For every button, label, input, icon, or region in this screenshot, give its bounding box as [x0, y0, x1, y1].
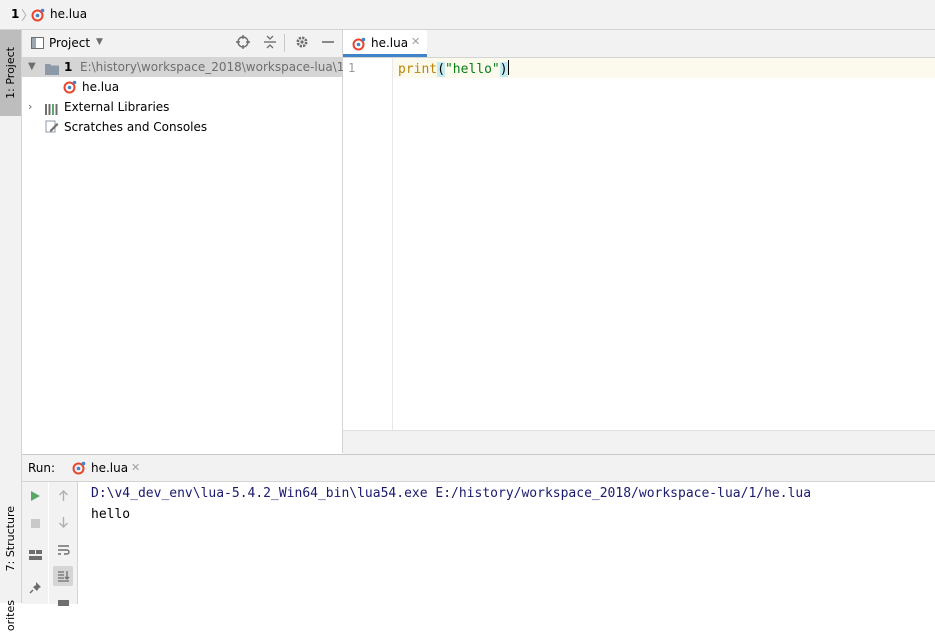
- tab-he-lua[interactable]: he.lua ✕: [343, 30, 427, 57]
- tree-item-file[interactable]: he.lua: [22, 77, 342, 97]
- stop-button[interactable]: [25, 513, 45, 533]
- rerun-button[interactable]: [25, 486, 45, 506]
- run-toolbar-primary: [22, 482, 48, 604]
- tree-item-scratches[interactable]: Scratches and Consoles: [22, 117, 342, 137]
- editor-area: he.lua ✕ 1 print("hello"): [343, 30, 935, 454]
- tree-item-label: he.lua: [82, 80, 120, 94]
- editor-bottom-bar: [343, 430, 935, 454]
- stop-icon: [30, 518, 40, 528]
- layout-button[interactable]: [25, 545, 45, 565]
- project-tool-window: Project ▼ ▼ 1 E:\history\workspace_2018\…: [22, 30, 345, 453]
- tree-root-path: E:\history\workspace_2018\workspace-lua\…: [80, 60, 345, 74]
- run-tab-label[interactable]: he.lua: [91, 461, 128, 475]
- scroll-down-button[interactable]: [53, 512, 73, 532]
- scroll-to-end-button[interactable]: [53, 566, 73, 586]
- chevron-down-icon[interactable]: ▼: [96, 37, 103, 47]
- tab-structure-label: 7: Structure: [4, 506, 17, 572]
- tree-item-label: External Libraries: [64, 100, 170, 114]
- code-editor[interactable]: print("hello"): [393, 58, 935, 430]
- soft-wrap-button[interactable]: [53, 540, 73, 560]
- project-view-selector[interactable]: Project: [49, 36, 90, 50]
- run-tool-window: Run: he.lua ✕ D:\v4_dev_env\lua-5.4.2_Wi…: [22, 454, 935, 606]
- console-output-line: hello: [91, 507, 131, 522]
- tree-item-label: Scratches and Consoles: [64, 120, 208, 134]
- tree-item-external-libraries[interactable]: › External Libraries: [22, 97, 342, 117]
- console-output[interactable]: D:\v4_dev_env\lua-5.4.2_Win64_bin\lua54.…: [82, 482, 935, 604]
- lua-file-icon: [72, 461, 86, 478]
- code-paren-close: ): [499, 62, 508, 77]
- gear-icon[interactable]: [295, 35, 309, 52]
- breadcrumb-file[interactable]: he.lua: [50, 7, 87, 21]
- arrow-up-icon: [58, 490, 68, 501]
- code-line[interactable]: print("hello"): [398, 60, 509, 77]
- tab-project-label: 1: Project: [4, 47, 17, 99]
- arrow-down-icon: [58, 517, 68, 528]
- wrap-icon: [57, 545, 70, 555]
- left-tool-stripe: 1: Project 7: Structure orites: [0, 30, 22, 631]
- pin-icon: [28, 581, 41, 594]
- run-toolbar-secondary: [49, 482, 78, 606]
- lua-file-icon: [352, 37, 366, 54]
- line-number: 1: [348, 61, 356, 75]
- navigation-bar: 1 〉 he.lua: [0, 0, 935, 30]
- lua-file-icon: [31, 8, 45, 25]
- locate-target-icon[interactable]: [236, 35, 250, 52]
- print-button[interactable]: [53, 592, 73, 612]
- tree-item-project-root[interactable]: ▼ 1 E:\history\workspace_2018\workspace-…: [22, 57, 345, 77]
- line-number-gutter: 1: [343, 58, 393, 430]
- close-icon[interactable]: ✕: [411, 35, 420, 48]
- console-command-line: D:\v4_dev_env\lua-5.4.2_Win64_bin\lua54.…: [91, 486, 812, 501]
- scroll-end-icon: [57, 571, 69, 582]
- tab-favorites[interactable]: orites: [0, 598, 21, 633]
- tab-label: he.lua: [371, 36, 409, 50]
- minimize-icon[interactable]: [321, 35, 335, 52]
- layout-icon: [28, 550, 42, 560]
- tab-structure[interactable]: 7: Structure: [0, 498, 21, 580]
- print-icon: [57, 600, 69, 606]
- play-icon: [31, 491, 40, 501]
- project-header: Project ▼: [22, 30, 342, 58]
- editor-tab-bar: he.lua ✕: [343, 30, 935, 58]
- pin-button[interactable]: [25, 577, 45, 597]
- close-icon[interactable]: ✕: [131, 461, 140, 474]
- code-paren-open: (: [437, 62, 445, 77]
- run-header: Run: he.lua ✕: [22, 455, 935, 482]
- collapse-all-icon[interactable]: [263, 35, 277, 52]
- run-label: Run:: [28, 461, 56, 475]
- chevron-down-icon[interactable]: ▼: [28, 57, 36, 77]
- code-string: "hello": [444, 62, 500, 77]
- tree-root-name: 1: [64, 60, 73, 74]
- tab-project[interactable]: 1: Project: [0, 30, 21, 116]
- tab-favorites-label: orites: [4, 599, 17, 632]
- scratches-icon: [45, 120, 59, 140]
- project-view-icon: [31, 37, 44, 52]
- chevron-right-icon[interactable]: ›: [28, 97, 32, 117]
- breadcrumb-project[interactable]: 1: [11, 7, 19, 21]
- text-cursor: [507, 60, 509, 75]
- code-function: print: [398, 62, 438, 77]
- scroll-up-button[interactable]: [53, 486, 73, 506]
- toolbar-divider: [284, 34, 285, 52]
